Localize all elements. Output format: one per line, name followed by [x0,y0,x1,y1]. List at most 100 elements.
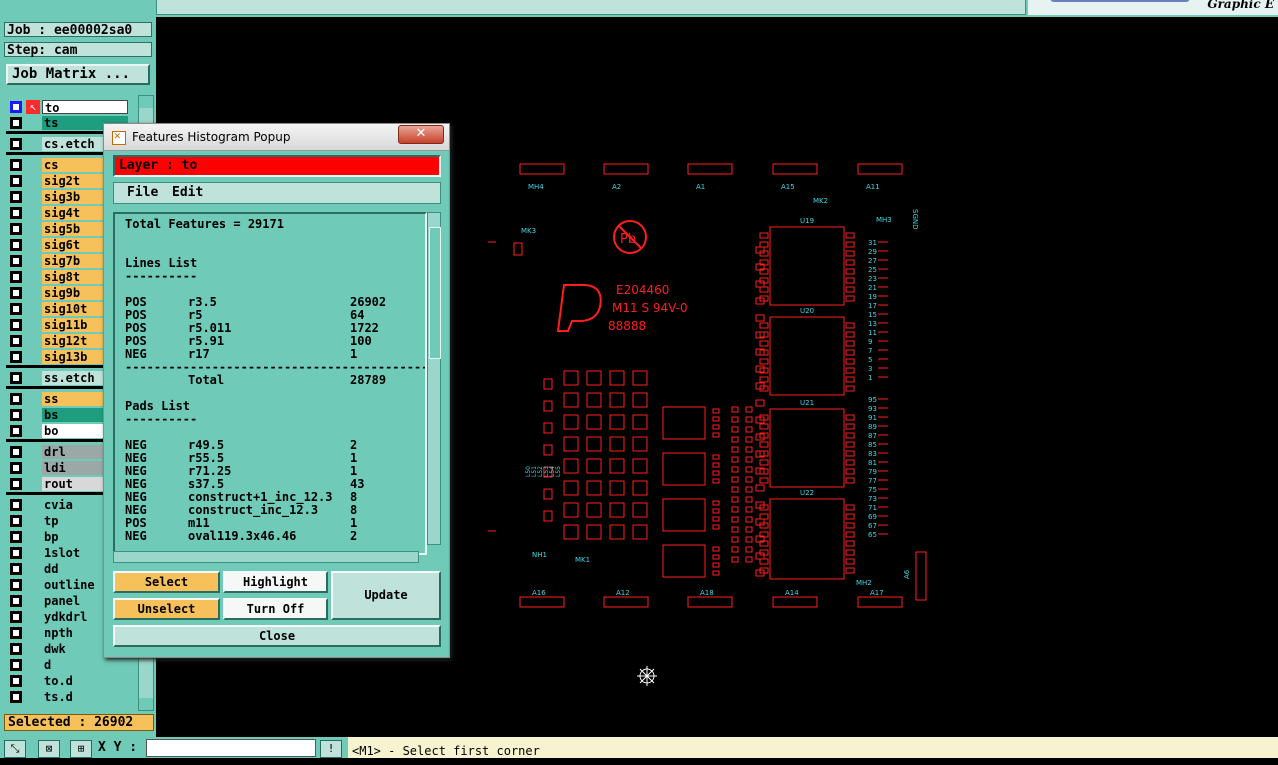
layer-checkbox[interactable] [10,425,22,437]
job-name: Job : ee00002sa0 [4,22,152,38]
layer-checkbox[interactable] [10,101,22,113]
popup-title: Features Histogram Popup [132,130,291,144]
layer-checkbox[interactable] [10,207,22,219]
menu-edit[interactable]: Edit [172,183,203,203]
pcb-pad [845,250,855,257]
zoom-icon[interactable]: ⤡ [4,740,26,758]
xy-input[interactable] [146,739,316,757]
cancel-icon[interactable]: ⊠ [38,740,60,758]
layer-row[interactable]: d [6,658,128,672]
popup-close-icon[interactable]: ✕ [398,125,444,144]
layer-checkbox[interactable] [10,335,22,347]
layer-checkbox[interactable] [10,191,22,203]
layer-checkbox[interactable] [10,627,22,639]
layer-checkbox[interactable] [10,393,22,405]
popup-title-bar[interactable]: Features Histogram Popup ✕ [104,124,449,151]
layer-name[interactable]: d [42,658,128,672]
layer-row[interactable]: ts.d [6,690,128,704]
pcb-label: A17 [870,589,884,597]
scroll-down-arrow[interactable] [139,698,153,710]
menu-file[interactable]: File [127,183,158,203]
highlight-button[interactable]: Highlight [223,571,328,593]
layer-name[interactable]: ts.d [42,690,128,704]
layer-checkbox[interactable] [10,287,22,299]
layer-checkbox[interactable] [10,319,22,331]
pcb-label: NH1 [532,551,547,559]
update-button[interactable]: Update [331,571,441,620]
histogram-vertical-scrollbar[interactable] [427,212,441,545]
pcb-pad [609,414,625,430]
pcb-chip [662,406,706,440]
scroll-up-arrow[interactable] [139,96,153,108]
pcb-pad [586,458,602,474]
layer-checkbox[interactable] [10,675,22,687]
pcb-chip [769,316,845,396]
layer-name[interactable]: to.d [42,674,128,688]
layer-checkbox[interactable] [10,271,22,283]
layer-checkbox[interactable] [10,175,22,187]
layer-row[interactable]: ↖ to [6,100,128,115]
pcb-pad [731,426,739,433]
pcb-pad [759,477,769,484]
turn-off-button[interactable]: Turn Off [223,598,328,620]
layer-checkbox[interactable] [10,691,22,703]
layer-checkbox[interactable] [10,515,22,527]
layer-checkbox[interactable] [10,643,22,655]
pcb-pad [845,259,855,266]
pcb-pad [845,468,855,475]
window-icon [112,129,126,145]
layer-checkbox[interactable] [10,138,22,150]
scroll-thumb[interactable] [429,227,441,359]
pcb-pad [712,432,720,438]
selected-count: Selected : 26902 [4,714,154,731]
layer-checkbox[interactable] [10,223,22,235]
pcb-pad [845,295,855,302]
layer-checkbox[interactable] [10,579,22,591]
pcb-pad [731,516,739,523]
layer-checkbox[interactable] [10,595,22,607]
pcb-label: A15 [781,183,795,191]
pcb-pad [731,486,739,493]
layer-checkbox[interactable] [10,531,22,543]
layer-checkbox[interactable] [10,303,22,315]
layer-checkbox[interactable] [10,611,22,623]
layer-checkbox[interactable] [10,659,22,671]
pcb-pad [712,408,720,414]
grid-icon[interactable]: ⊞ [70,740,92,758]
unselect-button[interactable]: Unselect [113,598,220,620]
layer-checkbox[interactable] [10,117,22,129]
pin-label: 7 [868,347,872,355]
info-icon[interactable]: ! [320,740,342,758]
pin-label: 75 [868,486,877,494]
pcb-pad [712,454,720,460]
layer-checkbox[interactable] [10,351,22,363]
layer-checkbox[interactable] [10,446,22,458]
layer-checkbox[interactable] [10,159,22,171]
layer-checkbox[interactable] [10,499,22,511]
histogram-text-area[interactable]: Total Features = 29171 Lines List --------… [113,212,427,555]
layer-checkbox[interactable] [10,372,22,384]
layer-checkbox[interactable] [10,478,22,490]
layer-checkbox[interactable] [10,563,22,575]
pcb-pad [563,524,579,540]
pcb-pad [712,462,720,468]
layer-name[interactable]: to [42,100,128,115]
layer-checkbox[interactable] [10,255,22,267]
crosshair-cursor-icon [637,666,657,686]
layer-checkbox[interactable] [10,409,22,421]
status-message: <M1> - Select first corner [348,737,1278,758]
layer-row[interactable]: to.d [6,674,128,688]
close-button[interactable]: Close [113,625,441,647]
pin-label: 81 [868,459,877,467]
histogram-horizontal-scrollbar[interactable] [113,551,419,563]
select-button[interactable]: Select [113,571,220,593]
pcb-pad [632,480,648,496]
layer-checkbox[interactable] [10,239,22,251]
pcb-connector [772,596,818,608]
layer-checkbox[interactable] [10,547,22,559]
pcb-pad [632,524,648,540]
pcb-pad [712,524,720,530]
job-matrix-button[interactable]: Job Matrix ... [6,64,150,85]
layer-checkbox[interactable] [10,462,22,474]
pin-label: 83 [868,450,877,458]
